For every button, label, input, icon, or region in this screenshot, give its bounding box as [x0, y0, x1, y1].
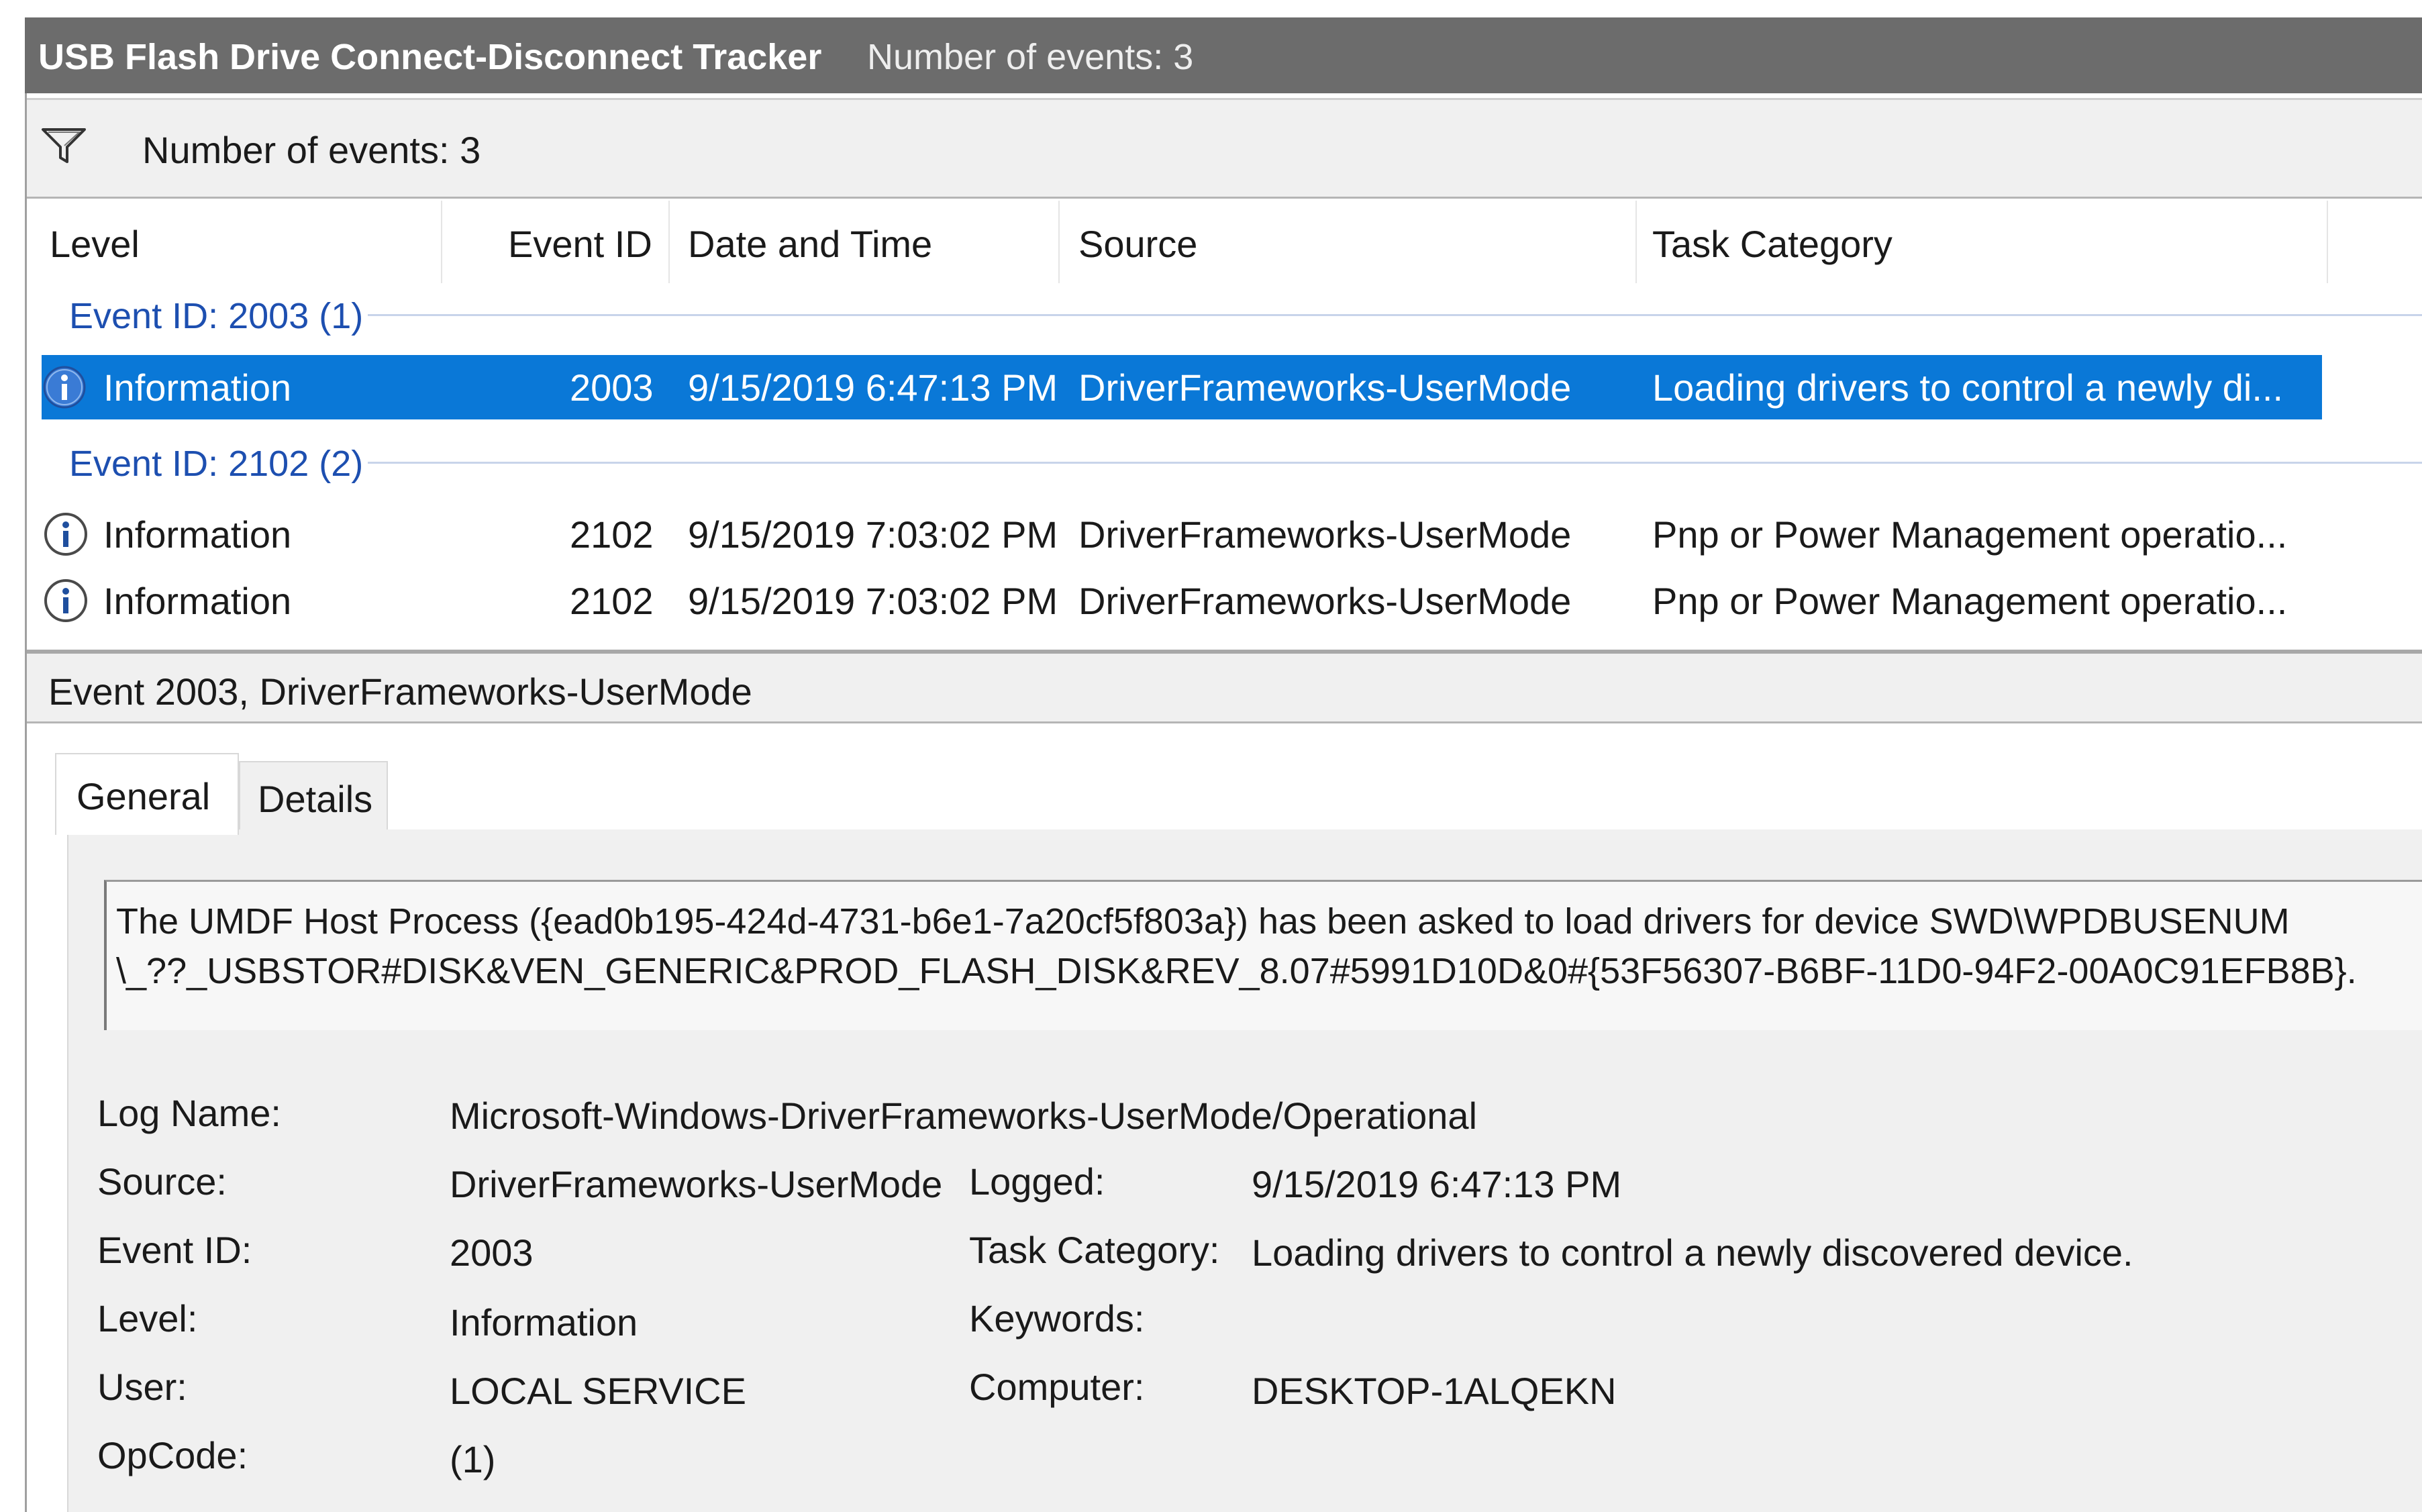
- tab-general[interactable]: General: [55, 753, 239, 835]
- event-id-label: Event ID:: [97, 1229, 252, 1271]
- information-icon: [44, 513, 87, 556]
- tab-label: Details: [258, 778, 373, 820]
- cell-source: DriverFrameworks-UserMode: [1078, 580, 1572, 622]
- column-separator[interactable]: [1635, 201, 1637, 283]
- group-header[interactable]: Event ID: 2102 (2): [69, 443, 363, 485]
- description-line: \_??_USBSTOR#DISK&VEN_GENERIC&PROD_FLASH…: [116, 951, 2357, 991]
- window-subtitle: Number of events: 3: [867, 37, 1194, 77]
- cell-event-id: 2003: [570, 366, 654, 409]
- log-name-value[interactable]: Microsoft-Windows-DriverFrameworks-UserM…: [450, 1094, 1477, 1138]
- task-category-value[interactable]: Loading drivers to control a newly disco…: [1252, 1231, 2133, 1274]
- grid-header: Level Event ID Date and Time Source Task…: [27, 201, 2422, 283]
- log-name-label: Log Name:: [97, 1092, 281, 1134]
- logged-value[interactable]: 9/15/2019 6:47:13 PM: [1252, 1162, 1621, 1206]
- group-divider: [368, 462, 2422, 464]
- group-header[interactable]: Event ID: 2003 (1): [69, 295, 363, 337]
- cell-date-time: 9/15/2019 7:03:02 PM: [688, 580, 1058, 622]
- source-label: Source:: [97, 1160, 227, 1203]
- computer-label: Computer:: [969, 1366, 1145, 1408]
- cell-source: DriverFrameworks-UserMode: [1078, 366, 1572, 409]
- computer-value[interactable]: DESKTOP-1ALQEKN: [1252, 1369, 1617, 1413]
- column-separator[interactable]: [668, 201, 670, 283]
- level-value[interactable]: Information: [450, 1301, 638, 1344]
- task-category-label: Task Category:: [969, 1229, 1220, 1271]
- event-id-value[interactable]: 2003: [450, 1231, 534, 1274]
- cell-date-time: 9/15/2019 6:47:13 PM: [688, 366, 1058, 409]
- information-icon: [44, 579, 87, 622]
- cell-level: Information: [103, 366, 292, 409]
- opcode-value[interactable]: (1): [450, 1438, 495, 1481]
- column-header-task-category[interactable]: Task Category: [1652, 222, 1893, 266]
- group-divider: [368, 314, 2422, 316]
- detail-header: Event 2003, DriverFrameworks-UserMode: [27, 654, 2422, 723]
- column-header-source[interactable]: Source: [1078, 222, 1197, 266]
- cell-task-category: Pnp or Power Management operatio...: [1652, 513, 2288, 556]
- table-row[interactable]: Information 2003 9/15/2019 6:47:13 PM Dr…: [42, 355, 2322, 419]
- tab-details[interactable]: Details: [239, 761, 388, 831]
- cell-level: Information: [103, 580, 292, 622]
- level-label: Level:: [97, 1297, 198, 1340]
- cell-level: Information: [103, 513, 292, 556]
- cell-event-id: 2102: [570, 580, 654, 622]
- opcode-label: OpCode:: [97, 1434, 248, 1476]
- tab-label: General: [77, 775, 211, 817]
- column-header-event-id[interactable]: Event ID: [508, 222, 652, 266]
- event-count: Number of events: 3: [142, 129, 481, 171]
- detail-title: Event 2003, DriverFrameworks-UserMode: [48, 670, 752, 713]
- description-line: The UMDF Host Process ({ead0b195-424d-47…: [116, 901, 2290, 942]
- filter-icon[interactable]: [40, 125, 87, 166]
- cell-task-category: Loading drivers to control a newly di...: [1652, 366, 2284, 409]
- cell-task-category: Pnp or Power Management operatio...: [1652, 580, 2288, 622]
- column-header-date-time[interactable]: Date and Time: [688, 222, 932, 266]
- column-separator[interactable]: [441, 201, 442, 283]
- table-row[interactable]: Information 2102 9/15/2019 7:03:02 PM Dr…: [27, 502, 2349, 566]
- window-title: USB Flash Drive Connect-Disconnect Track…: [38, 37, 822, 77]
- title-bar: USB Flash Drive Connect-Disconnect Track…: [25, 17, 2422, 93]
- cell-source: DriverFrameworks-UserMode: [1078, 513, 1572, 556]
- column-separator[interactable]: [1058, 201, 1060, 283]
- column-separator[interactable]: [2327, 201, 2328, 283]
- tab-strip: General Details: [27, 723, 2422, 835]
- source-value[interactable]: DriverFrameworks-UserMode: [450, 1162, 943, 1206]
- cell-date-time: 9/15/2019 7:03:02 PM: [688, 513, 1058, 556]
- filter-bar: Number of events: 3: [27, 98, 2422, 199]
- logged-label: Logged:: [969, 1160, 1105, 1203]
- cell-event-id: 2102: [570, 513, 654, 556]
- user-value[interactable]: LOCAL SERVICE: [450, 1369, 746, 1413]
- user-label: User:: [97, 1366, 187, 1408]
- table-row[interactable]: Information 2102 9/15/2019 7:03:02 PM Dr…: [27, 568, 2349, 633]
- column-header-level[interactable]: Level: [50, 222, 140, 266]
- event-description[interactable]: The UMDF Host Process ({ead0b195-424d-47…: [104, 880, 2422, 1030]
- keywords-label: Keywords:: [969, 1297, 1145, 1340]
- information-icon: [43, 366, 86, 409]
